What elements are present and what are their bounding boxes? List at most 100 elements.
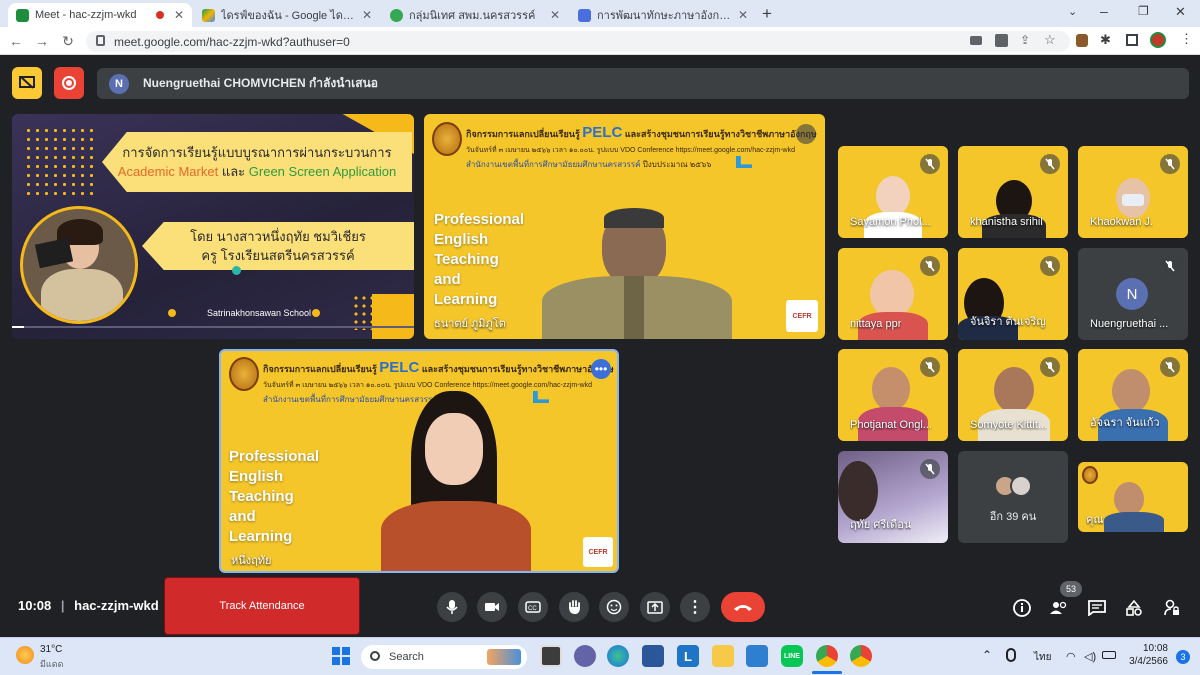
banner-title: กิจกรรมการแลกเปลี่ยนเรียนรู้ PELC และสร้… bbox=[466, 124, 817, 141]
active-speaker-video[interactable]: กิจกรรมการแลกเปลี่ยนเรียนรู้ PELC และสร้… bbox=[219, 349, 619, 573]
participant-tile[interactable]: nittaya ppr bbox=[838, 248, 948, 340]
self-view-tile[interactable]: คุณ bbox=[1078, 462, 1188, 532]
profile-avatar[interactable] bbox=[1150, 32, 1166, 48]
banner-title: กิจกรรมการแลกเปลี่ยนเรียนรู้ PELC และสร้… bbox=[263, 359, 614, 376]
input-language[interactable]: ไทย bbox=[1034, 650, 1051, 665]
taskbar-search[interactable]: Search bbox=[361, 645, 527, 669]
reactions-button[interactable] bbox=[599, 592, 629, 622]
track-attendance-button[interactable]: Track Attendance bbox=[164, 577, 360, 635]
mic-off-icon bbox=[1160, 256, 1180, 276]
battery-icon[interactable] bbox=[1102, 651, 1116, 659]
speaker-figure bbox=[371, 391, 531, 571]
puzzle-icon[interactable]: ✱ bbox=[1100, 32, 1111, 48]
menu-icon[interactable]: ⋮ bbox=[1180, 31, 1193, 47]
task-view-icon[interactable] bbox=[540, 645, 562, 667]
mic-tray-icon[interactable] bbox=[1006, 648, 1016, 662]
edge-icon[interactable] bbox=[607, 645, 629, 667]
leave-call-button[interactable] bbox=[721, 592, 765, 622]
share-icon[interactable]: ⇪ bbox=[1020, 33, 1030, 47]
close-tab-icon[interactable]: ✕ bbox=[738, 8, 748, 22]
volume-icon[interactable]: ◁) bbox=[1084, 650, 1096, 663]
clock-date[interactable]: 3/4/2566 bbox=[1122, 656, 1168, 667]
chrome-profile-icon[interactable] bbox=[850, 645, 872, 667]
l-app-icon[interactable]: L bbox=[677, 645, 699, 667]
more-options-icon[interactable]: ••• bbox=[591, 359, 611, 379]
participant-tile[interactable]: N Nuengruethai ... bbox=[1078, 248, 1188, 340]
extension-icon[interactable] bbox=[1076, 34, 1088, 47]
participant-tile[interactable]: Photjanat Ongl... bbox=[838, 349, 948, 441]
forward-icon[interactable]: → bbox=[32, 31, 52, 51]
more-participants-tile[interactable]: อีก 39 คน bbox=[958, 451, 1068, 543]
camera-button[interactable] bbox=[477, 592, 507, 622]
clock-time[interactable]: 10:08 bbox=[1130, 643, 1168, 654]
sidepanel-icon[interactable] bbox=[1126, 34, 1138, 46]
tab-search-icon[interactable]: ⌄ bbox=[1068, 5, 1077, 18]
chat-button[interactable] bbox=[1087, 598, 1107, 618]
wifi-icon[interactable]: ◠ bbox=[1066, 650, 1076, 663]
reload-icon[interactable]: ↻ bbox=[58, 31, 78, 51]
file-explorer-icon[interactable] bbox=[712, 645, 734, 667]
raise-hand-button[interactable] bbox=[559, 592, 589, 622]
participant-tile[interactable]: Sayamon Phol... bbox=[838, 146, 948, 238]
tab-english[interactable]: การพัฒนาทักษะภาษาอังกฤษ English ✕ bbox=[570, 3, 756, 27]
tab-meet[interactable]: Meet - hac-zzjm-wkd ✕ bbox=[8, 3, 192, 27]
participant-tile[interactable]: ฤทัย ศรีเดือน bbox=[838, 451, 948, 543]
camera-icon bbox=[485, 603, 499, 611]
people-count-badge: 53 bbox=[1060, 581, 1082, 597]
more-options-button[interactable]: ⋮ bbox=[680, 592, 710, 622]
minimize-icon[interactable]: – bbox=[1100, 3, 1108, 19]
chrome-icon[interactable] bbox=[816, 645, 838, 667]
mic-button[interactable] bbox=[437, 592, 467, 622]
translate-icon[interactable] bbox=[995, 34, 1008, 47]
sun-icon[interactable] bbox=[16, 646, 34, 664]
close-window-icon[interactable]: ✕ bbox=[1175, 4, 1186, 20]
stop-present-button[interactable] bbox=[12, 67, 42, 99]
tab-drive[interactable]: ไดรฟ์ของฉัน - Google ไดรฟ์ ✕ bbox=[194, 3, 380, 27]
participant-tile[interactable]: Somyote Kittit... bbox=[958, 349, 1068, 441]
participant-tile[interactable]: khanistha srihil bbox=[958, 146, 1068, 238]
participant-name: Somyote Kittit... bbox=[970, 419, 1048, 431]
close-tab-icon[interactable]: ✕ bbox=[362, 8, 372, 22]
line-icon[interactable]: LINE bbox=[781, 645, 803, 667]
weather-text: มีแดด bbox=[40, 659, 64, 669]
camera-icon[interactable] bbox=[970, 36, 982, 45]
back-icon[interactable]: ← bbox=[6, 31, 26, 51]
speaker-figure bbox=[542, 208, 732, 339]
chevron-up-icon[interactable]: ⌃ bbox=[982, 648, 992, 662]
bookmark-star-icon[interactable]: ☆ bbox=[1044, 32, 1056, 48]
main-speaker-video[interactable]: กิจกรรมการแลกเปลี่ยนเรียนรู้ PELC และสร้… bbox=[424, 114, 825, 339]
activities-button[interactable] bbox=[1124, 598, 1144, 618]
record-button[interactable] bbox=[54, 67, 84, 99]
present-button[interactable] bbox=[640, 592, 670, 622]
url-text: meet.google.com/hac-zzjm-wkd?authuser=0 bbox=[114, 34, 350, 49]
shapes-icon bbox=[1126, 600, 1142, 616]
new-tab-icon[interactable]: + bbox=[762, 4, 772, 24]
mic-off-icon bbox=[920, 154, 940, 174]
address-bar[interactable]: meet.google.com/hac-zzjm-wkd?authuser=0 bbox=[86, 31, 1070, 52]
word-icon[interactable] bbox=[642, 645, 664, 667]
participant-tile[interactable]: อัจฉรา จันแก้ว bbox=[1078, 349, 1188, 441]
notification-badge[interactable]: 3 bbox=[1176, 650, 1190, 664]
people-icon bbox=[1050, 601, 1067, 614]
meeting-details-button[interactable] bbox=[1012, 598, 1032, 618]
restore-icon[interactable]: ❐ bbox=[1138, 4, 1149, 18]
mic-off-icon bbox=[920, 459, 940, 479]
speaker-name: ธนาตย์ ภูมิภูโต bbox=[434, 318, 506, 330]
presentation-slide[interactable]: การจัดการเรียนรู้แบบบูรณาการผ่านกระบวนกา… bbox=[12, 114, 414, 339]
search-icon bbox=[370, 651, 380, 661]
close-tab-icon[interactable]: ✕ bbox=[550, 8, 560, 22]
more-count: อีก 39 คน bbox=[989, 511, 1037, 523]
close-tab-icon[interactable]: ✕ bbox=[174, 8, 184, 22]
mail-icon[interactable] bbox=[746, 645, 768, 667]
teams-icon[interactable] bbox=[574, 645, 596, 667]
participant-tile[interactable]: จันจิรา ต้นเจริญ bbox=[958, 248, 1068, 340]
host-controls-button[interactable] bbox=[1162, 598, 1182, 618]
start-button[interactable] bbox=[332, 647, 350, 665]
pin-icon[interactable] bbox=[796, 124, 816, 144]
banner-office: สำนักงานเขตพื้นที่การศึกษามัธยมศึกษานครส… bbox=[466, 160, 712, 169]
participant-tile[interactable]: Khaokwan J. bbox=[1078, 146, 1188, 238]
captions-button[interactable]: CC bbox=[518, 592, 548, 622]
tab-supervision[interactable]: กลุ่มนิเทศ สพม.นครสวรรค์ ✕ bbox=[382, 3, 568, 27]
people-button[interactable] bbox=[1049, 598, 1069, 618]
more-vert-icon: ⋮ bbox=[687, 599, 703, 616]
